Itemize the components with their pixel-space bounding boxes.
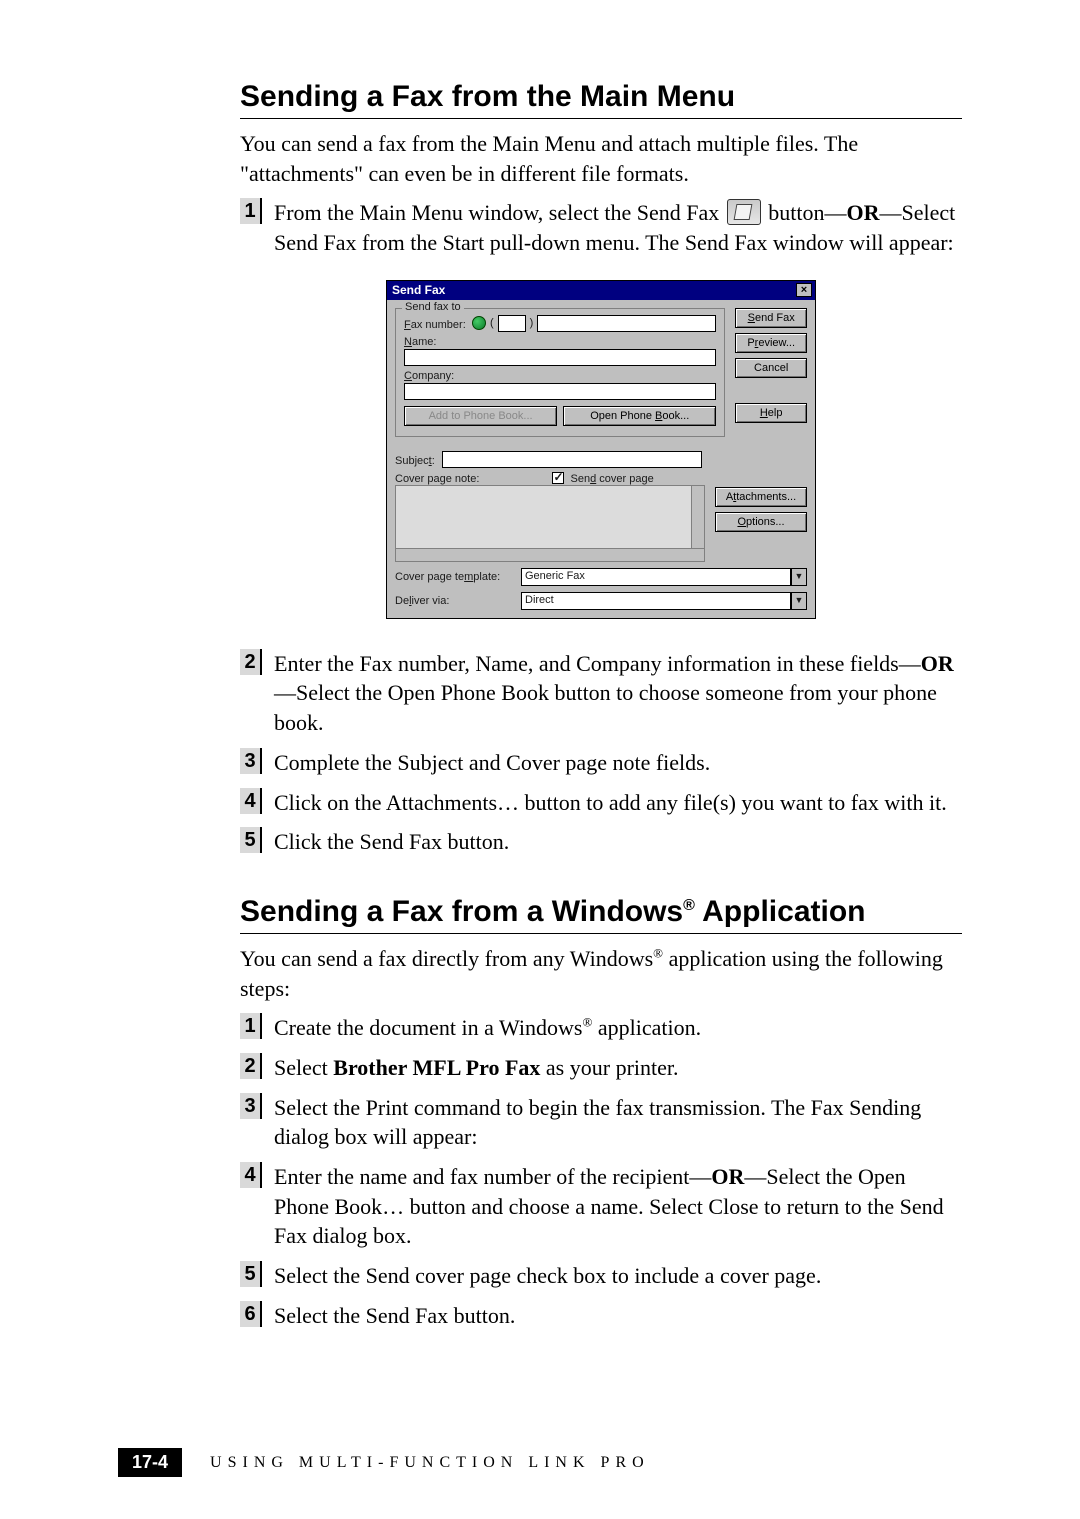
deliver-via-select[interactable]: Direct ▼ [521,592,807,610]
add-to-phonebook-button[interactable]: Add to Phone Book... [404,406,557,426]
step-text: Click on the Attachments… button to add … [274,788,947,818]
step-text: Select the Send Fax button. [274,1301,515,1331]
list-item: 1 From the Main Menu window, select the … [240,198,962,257]
step-number: 3 [240,1093,262,1119]
section2-list: 1 Create the document in a Windows® appl… [240,1013,962,1330]
list-item: 4 Enter the name and fax number of the r… [240,1162,962,1251]
step-text: Complete the Subject and Cover page note… [274,748,710,778]
deliver-via-value: Direct [521,592,791,610]
company-input[interactable] [404,383,716,400]
step-text: Select Brother MFL Pro Fax as your print… [274,1053,679,1083]
cover-template-select[interactable]: Generic Fax ▼ [521,568,807,586]
fax-area-input[interactable] [498,315,526,332]
send-fax-dialog: Send Fax × Send fax to Fax number: ( [386,280,816,619]
step-number: 5 [240,1261,262,1287]
subject-label: Subject: [395,455,435,467]
scrollbar-vertical[interactable] [691,485,705,549]
step-text: Select the Print command to begin the fa… [274,1093,962,1152]
list-item: 3 Select the Print command to begin the … [240,1093,962,1152]
fax-number-input[interactable] [537,315,716,332]
footer-text: USING MULTI-FUNCTION LINK PRO [210,1454,650,1472]
step-text: Click the Send Fax button. [274,827,509,857]
page-number-badge: 17-4 [118,1448,182,1477]
section2-rule [240,933,962,934]
scrollbar-horizontal[interactable] [395,548,705,562]
step-text: Create the document in a Windows® applic… [274,1013,701,1043]
send-fax-to-group: Send fax to Fax number: ( ) Name: [395,308,725,437]
step-text: From the Main Menu window, select the Se… [274,198,962,257]
section1-rule [240,118,962,119]
step-number: 2 [240,1053,262,1079]
list-item: 4 Click on the Attachments… button to ad… [240,788,962,818]
list-item: 5 Select the Send cover page check box t… [240,1261,962,1291]
list-item: 5 Click the Send Fax button. [240,827,962,857]
help-button[interactable]: Help [735,403,807,423]
section2-title: Sending a Fax from a Windows® Applicatio… [240,895,962,929]
cover-note-label: Cover page note: [395,473,479,485]
step-number: 4 [240,788,262,814]
section1-list: 1 From the Main Menu window, select the … [240,198,962,857]
group-legend: Send fax to [402,301,464,313]
send-fax-icon [727,199,761,225]
fax-prefix: ( [490,317,494,329]
dialog-title: Send Fax [392,283,445,297]
deliver-via-label: Deliver via: [395,595,515,607]
subject-input[interactable] [442,451,702,468]
step-text: Select the Send cover page check box to … [274,1261,821,1291]
name-input[interactable] [404,349,716,366]
step-text: Enter the name and fax number of the rec… [274,1162,962,1251]
send-fax-dialog-wrap: Send Fax × Send fax to Fax number: ( [240,280,962,619]
preview-button[interactable]: Preview... [735,333,807,353]
close-icon[interactable]: × [796,283,812,297]
chevron-down-icon[interactable]: ▼ [791,592,807,610]
chevron-down-icon[interactable]: ▼ [791,568,807,586]
options-button[interactable]: Options... [715,512,807,532]
fax-mid: ) [530,317,534,329]
step-number: 1 [240,198,262,224]
cover-template-label: Cover page template: [395,571,515,583]
fax-number-label: Fax number: [404,319,468,331]
step-number: 5 [240,827,262,853]
attachments-button[interactable]: Attachments... [715,487,807,507]
send-fax-button[interactable]: Send Fax [735,308,807,328]
step-number: 6 [240,1301,262,1327]
globe-icon[interactable] [472,316,486,330]
step-number: 1 [240,1013,262,1039]
list-item: 2 Select Brother MFL Pro Fax as your pri… [240,1053,962,1083]
step-text: Enter the Fax number, Name, and Company … [274,649,962,738]
send-cover-label: Send cover page [571,473,654,485]
company-label: Company: [404,370,716,382]
list-item: 1 Create the document in a Windows® appl… [240,1013,962,1043]
page-footer: 17-4 USING MULTI-FUNCTION LINK PRO [118,1448,962,1477]
cover-template-value: Generic Fax [521,568,791,586]
cover-note-textarea[interactable] [395,485,705,549]
step-number: 4 [240,1162,262,1188]
send-cover-checkbox[interactable] [552,472,564,484]
section2-intro: You can send a fax directly from any Win… [240,944,962,1003]
cancel-button[interactable]: Cancel [735,358,807,378]
list-item: 2 Enter the Fax number, Name, and Compan… [240,649,962,738]
list-item: 3 Complete the Subject and Cover page no… [240,748,962,778]
section1-title: Sending a Fax from the Main Menu [240,80,962,114]
name-label: Name: [404,336,716,348]
section1-intro: You can send a fax from the Main Menu an… [240,129,962,188]
step-number: 3 [240,748,262,774]
list-item: 6 Select the Send Fax button. [240,1301,962,1331]
step-number: 2 [240,649,262,675]
dialog-titlebar: Send Fax × [387,281,815,300]
open-phonebook-button[interactable]: Open Phone Book... [563,406,716,426]
